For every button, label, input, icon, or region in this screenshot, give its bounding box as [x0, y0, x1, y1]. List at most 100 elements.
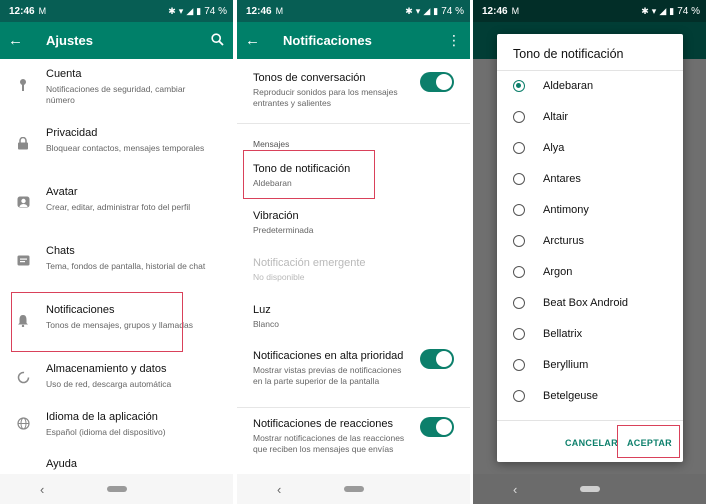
- settings-item-subtitle: Tema, fondos de pantalla, historial de c…: [46, 261, 206, 271]
- settings-item-subtitle: Crear, editar, administrar foto del perf…: [46, 202, 191, 212]
- status-time: 12:46: [482, 5, 508, 17]
- home-pill[interactable]: [343, 486, 364, 492]
- divider: [237, 123, 470, 124]
- radio-icon[interactable]: [513, 390, 525, 402]
- radio-icon[interactable]: [513, 173, 525, 185]
- tone-option[interactable]: Argon: [497, 258, 683, 288]
- wifi-icon: ▾: [178, 5, 184, 16]
- setting-subtitle: Mostrar notificaciones de las reacciones…: [253, 433, 405, 454]
- tone-option[interactable]: Beryllium: [497, 351, 683, 381]
- tone-option[interactable]: Beat Box Android: [497, 289, 683, 319]
- radio-icon[interactable]: [513, 142, 525, 154]
- setting-light[interactable]: Luz Blanco: [253, 304, 463, 330]
- setting-title: Luz: [253, 304, 271, 316]
- bluetooth-icon: ✱: [405, 5, 413, 16]
- radio-icon[interactable]: [513, 111, 525, 123]
- tone-option-label: Antimony: [543, 204, 589, 216]
- radio-icon[interactable]: [513, 328, 525, 340]
- reaction-notifications-toggle[interactable]: [420, 417, 454, 437]
- highlight-box: [243, 150, 375, 199]
- settings-screen: 12:46 M ✱ ▾ ◢ ▮ 74 % ← Ajustes Cuenta No…: [0, 0, 233, 504]
- settings-item-title: Almacenamiento y datos: [46, 363, 167, 375]
- signal-icon: ◢: [423, 5, 431, 16]
- back-arrow-icon[interactable]: ←: [8, 32, 30, 49]
- chat-icon: [16, 255, 30, 269]
- tone-options-list[interactable]: Aldebaran Altair Alya Antares Antimony Arctur…: [497, 71, 683, 420]
- status-bar: 12:46 M ✱ ▾ ◢ ▮ 74 %: [237, 0, 470, 22]
- globe-icon: [16, 417, 30, 431]
- section-label: Mensajes: [253, 139, 290, 149]
- setting-subtitle: No disponible: [253, 272, 305, 282]
- divider: [237, 407, 470, 408]
- bluetooth-icon: ✱: [641, 5, 649, 16]
- setting-vibration[interactable]: Vibración Predeterminada: [253, 210, 463, 236]
- nav-back-icon[interactable]: ‹: [277, 482, 281, 497]
- system-nav-bar: ‹: [237, 474, 470, 504]
- conversation-tones-toggle[interactable]: [420, 72, 454, 92]
- status-time: 12:46: [246, 5, 272, 17]
- tone-option[interactable]: Betelgeuse: [497, 382, 683, 412]
- storage-icon: [16, 371, 30, 385]
- radio-icon[interactable]: [513, 266, 525, 278]
- battery-level: 74 %: [441, 5, 464, 17]
- app-bar: ← Notificaciones ⋮: [237, 22, 470, 59]
- tone-option-label: Arcturus: [543, 235, 584, 247]
- battery-level: 74 %: [677, 5, 700, 17]
- radio-icon[interactable]: [513, 297, 525, 309]
- notifications-screen: 12:46 M ✱ ▾ ◢ ▮ 74 % ← Notificaciones ⋮ …: [237, 0, 470, 504]
- cancel-button[interactable]: CANCELAR: [565, 438, 618, 448]
- home-pill[interactable]: [579, 486, 600, 492]
- tone-option[interactable]: Antares: [497, 165, 683, 195]
- settings-item-subtitle: Uso de red, descarga automática: [46, 379, 172, 389]
- setting-title: Notificación emergente: [253, 257, 366, 269]
- nav-back-icon[interactable]: ‹: [513, 482, 517, 497]
- dialog-divider: [497, 420, 683, 421]
- tone-option[interactable]: Arcturus: [497, 227, 683, 257]
- settings-item-title: Cuenta: [46, 68, 82, 80]
- page-title: Ajustes: [46, 33, 93, 48]
- gmail-icon: M: [511, 6, 520, 16]
- status-time: 12:46: [9, 5, 35, 17]
- signal-icon: ◢: [659, 5, 667, 16]
- radio-icon[interactable]: [513, 235, 525, 247]
- search-icon[interactable]: [209, 32, 225, 49]
- tone-option-label: Argon: [543, 266, 573, 278]
- tone-option[interactable]: Aldebaran: [497, 72, 683, 102]
- settings-item-subtitle: Español (idioma del dispositivo): [46, 427, 166, 437]
- status-bar: 12:46 M ✱ ▾ ◢ ▮ 74 %: [0, 0, 233, 22]
- setting-subtitle: Predeterminada: [253, 225, 314, 235]
- tone-option[interactable]: Antimony: [497, 196, 683, 226]
- high-priority-toggle[interactable]: [420, 349, 454, 369]
- settings-item-title: Idioma de la aplicación: [46, 411, 158, 423]
- radio-icon[interactable]: [513, 359, 525, 371]
- setting-subtitle: Blanco: [253, 319, 279, 329]
- tone-option[interactable]: Alya: [497, 134, 683, 164]
- battery-level: 74 %: [204, 5, 227, 17]
- status-bar: 12:46 M ✱ ▾ ◢ ▮ 74 %: [473, 0, 706, 22]
- setting-subtitle: Reproducir sonidos para los mensajes ent…: [253, 87, 398, 108]
- signal-icon: ◢: [186, 5, 194, 16]
- setting-popup-notification: Notificación emergente No disponible: [253, 257, 463, 283]
- tone-option-label: Beryllium: [543, 359, 589, 371]
- tone-option-label: Alya: [543, 142, 565, 154]
- highlight-box: [11, 292, 183, 352]
- tone-option[interactable]: Altair: [497, 103, 683, 133]
- lock-icon: [16, 136, 30, 151]
- settings-item-subtitle: Notificaciones de seguridad, cambiar núm…: [46, 84, 186, 105]
- radio-icon[interactable]: [513, 204, 525, 216]
- home-pill[interactable]: [106, 486, 127, 492]
- more-vert-icon[interactable]: ⋮: [446, 32, 462, 49]
- radio-icon[interactable]: [513, 80, 525, 92]
- system-nav-bar: ‹: [0, 474, 233, 504]
- tone-option-label: Altair: [543, 111, 569, 123]
- settings-item-title: Avatar: [46, 186, 78, 198]
- settings-item-subtitle: Bloquear contactos, mensajes temporales: [46, 143, 205, 153]
- tone-dialog-screen: 12:46 M ✱ ▾ ◢ ▮ 74 % Tono de notificació…: [473, 0, 706, 504]
- nav-back-icon[interactable]: ‹: [40, 482, 44, 497]
- settings-item-title: Chats: [46, 245, 75, 257]
- dialog-title: Tono de notificación: [513, 47, 624, 61]
- gmail-icon: M: [275, 6, 284, 16]
- tone-option[interactable]: Caffeinated: [497, 413, 683, 420]
- back-arrow-icon[interactable]: ←: [245, 32, 267, 49]
- tone-option[interactable]: Bellatrix: [497, 320, 683, 350]
